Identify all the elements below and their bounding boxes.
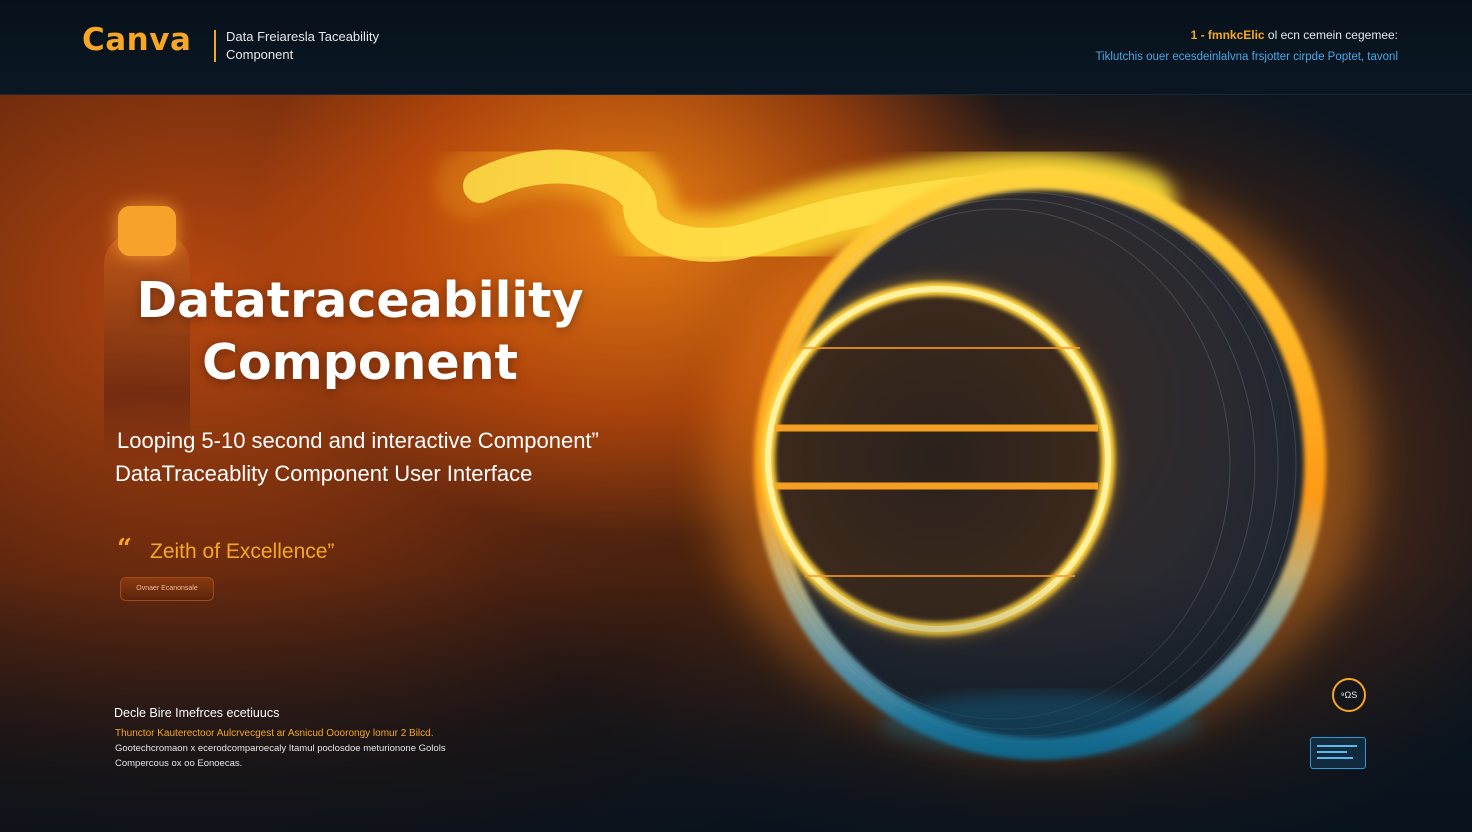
hero-title: Datatraceability Component xyxy=(136,272,584,391)
footer-heading: Decle Bire Imefrces ecetiuucs xyxy=(114,706,280,720)
diamond-icon xyxy=(118,206,176,256)
footer-line-1: Thunctor Kauterectoor Aulcrvecgest ar As… xyxy=(115,728,434,739)
top-right-link[interactable]: Tiklutchis ouer ecesdeinlalvna frsjotter… xyxy=(1095,51,1398,63)
app-title: Data Freiaresla Taceability Component xyxy=(226,29,379,62)
quote-icon: “ xyxy=(117,534,132,564)
hero-subtitle-1: Looping 5-10 second and interactive Comp… xyxy=(117,428,599,453)
logo-divider xyxy=(214,30,216,62)
top-right-rest: ol ecn cemein cegemee: xyxy=(1264,28,1398,42)
footer-line-3: Compercous ox oo Eonoecas. xyxy=(115,758,243,769)
top-right-info: 1 - fmnkcElic ol ecn cemein cegemee: xyxy=(1191,28,1398,42)
cta-pill-button[interactable]: Ovnaer Ecanonsale xyxy=(120,577,214,601)
blue-glow xyxy=(880,694,1200,754)
canva-logo[interactable]: Canva xyxy=(82,22,191,58)
footer-line-2: Gootechcromaon x ecerodcomparoecaly Itam… xyxy=(115,743,446,754)
top-bar: Canva Data Freiaresla Taceability Compon… xyxy=(0,0,1472,95)
hero-subtitle-2: DataTraceablity Component User Interface xyxy=(115,461,533,486)
canva-page: Canva Data Freiaresla Taceability Compon… xyxy=(0,0,1472,832)
panel-icon[interactable] xyxy=(1310,737,1366,769)
circle-badge-button[interactable]: ⁹ΩS xyxy=(1332,678,1366,712)
quote-text: Zeith of Excellence” xyxy=(150,540,335,563)
top-right-accent[interactable]: 1 - fmnkcElic xyxy=(1191,28,1265,42)
hero-banner: Datatraceability Component Looping 5-10 … xyxy=(0,94,1472,832)
